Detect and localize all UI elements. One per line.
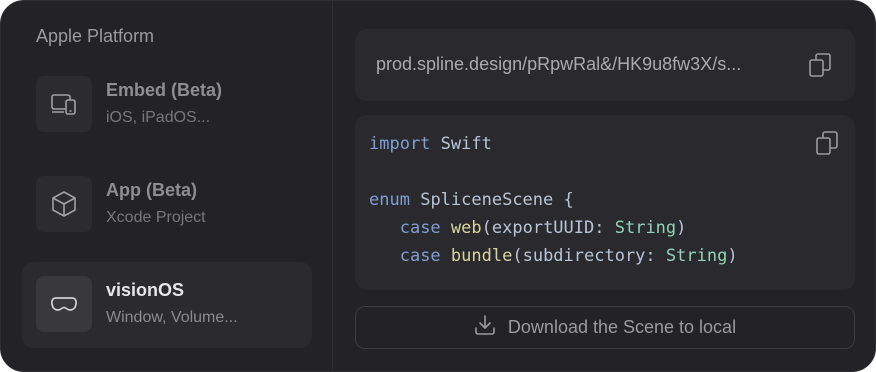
- download-icon: [474, 314, 496, 341]
- code-block: import Swift enum SpliceneScene { case w…: [369, 134, 738, 266]
- sidebar-item-subtitle: Window, Volume...: [106, 309, 238, 326]
- code-token: SpliceneScene: [420, 190, 554, 210]
- copy-icon[interactable]: [807, 52, 833, 78]
- sidebar-item-app[interactable]: App (Beta) Xcode Project: [22, 162, 312, 248]
- sidebar-item-subtitle: Xcode Project: [106, 209, 206, 226]
- sidebar-item-title: visionOS: [106, 280, 185, 300]
- export-panel: Apple Platform Embed (Beta) iOS, iPadOS.…: [0, 0, 876, 372]
- devices-icon: [36, 76, 92, 132]
- code-token: subdirectory: [522, 246, 646, 266]
- code-token: String: [614, 218, 677, 238]
- url-text: prod.spline.design/pRpwRal&/HK9u8fw3X/s.…: [376, 54, 742, 74]
- code-token: Swift: [440, 134, 492, 154]
- download-button[interactable]: Download the Scene to local: [355, 306, 855, 349]
- sidebar-item-title: App (Beta): [106, 180, 197, 200]
- code-token: exportUUID: [491, 218, 595, 238]
- download-label: Download the Scene to local: [507, 317, 737, 337]
- platform-sidebar: Apple Platform Embed (Beta) iOS, iPadOS.…: [1, 1, 333, 371]
- code-token: String: [665, 246, 728, 266]
- sidebar-title: Apple Platform: [36, 26, 155, 46]
- code-token: {: [563, 190, 574, 210]
- vision-pro-icon: [36, 276, 92, 332]
- sidebar-item-visionos[interactable]: visionOS Window, Volume...: [22, 262, 312, 348]
- cube-icon: [36, 176, 92, 232]
- url-field[interactable]: prod.spline.design/pRpwRal&/HK9u8fw3X/s.…: [355, 29, 855, 101]
- code-token: case: [399, 218, 441, 238]
- sidebar-item-embed[interactable]: Embed (Beta) iOS, iPadOS...: [22, 62, 312, 148]
- code-token: import: [369, 134, 431, 154]
- code-token: case: [399, 246, 441, 266]
- sidebar-item-title: Embed (Beta): [106, 80, 223, 100]
- code-token: enum: [369, 190, 410, 210]
- copy-icon[interactable]: [814, 130, 840, 156]
- code-token: web: [450, 218, 482, 238]
- code-snippet: import Swift enum SpliceneScene { case w…: [355, 115, 855, 290]
- sidebar-item-subtitle: iOS, iPadOS...: [106, 109, 211, 126]
- code-token: bundle: [450, 246, 513, 266]
